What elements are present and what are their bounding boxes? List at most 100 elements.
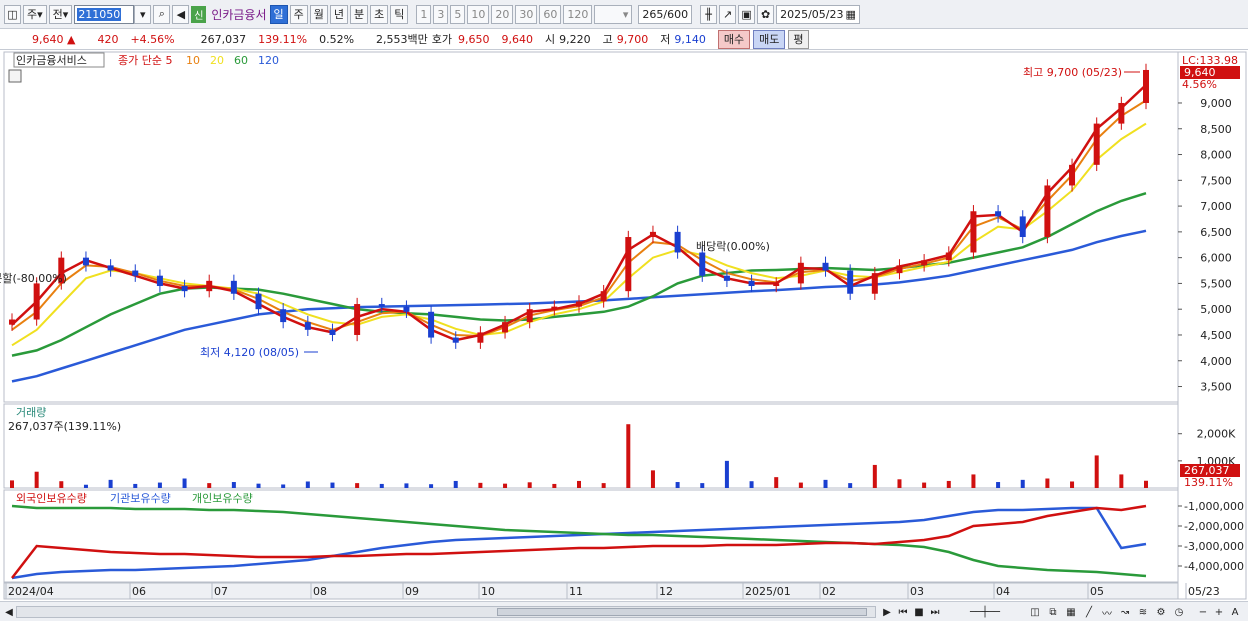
candle-icon[interactable]: ╫ — [700, 4, 718, 24]
scroll-left-icon[interactable]: ◀ — [2, 605, 16, 619]
rewind-icon[interactable]: ⏮ — [896, 605, 910, 619]
volume-bar — [922, 482, 927, 488]
search-icon[interactable]: ⌕ — [153, 4, 171, 24]
chart-canvas[interactable]: 9,000 8,500 8,000 7,500 7,000 6,500 6,000 5,500… — [0, 50, 1248, 601]
low-annotation: 최저 4,120 (08/05) — [200, 346, 299, 359]
price-y-tick-label: 6,000 — [1200, 252, 1232, 265]
price-y-tick-label: 4,000 — [1200, 355, 1232, 368]
candle-body — [428, 311, 435, 338]
ownership-y-tick-label: -2,000,000 — [1184, 520, 1244, 533]
volume-bar — [577, 480, 581, 488]
trend-icon[interactable]: ↝ — [1118, 605, 1132, 619]
quote-bar: 9,640 ▲ 420 +4.56% 267,037 139.11% 0.52%… — [0, 29, 1248, 50]
volume-value-label: 267,037주(139.11%) — [8, 420, 121, 433]
volume-bar — [675, 482, 680, 488]
speaker-icon[interactable]: ◀ — [172, 4, 190, 24]
volume-bar — [281, 484, 286, 488]
candle-body — [452, 337, 459, 343]
price-change-pct: +4.56% — [130, 32, 175, 46]
period-tick[interactable]: 틱 — [390, 4, 409, 24]
period-week[interactable]: 주 — [289, 4, 308, 24]
count-field[interactable]: 265/600 — [638, 4, 693, 24]
interval-10[interactable]: 10 — [467, 4, 490, 24]
volume-bar — [650, 470, 655, 488]
volume-bar — [355, 483, 360, 488]
pattern-icon[interactable]: 〰 — [1100, 605, 1114, 620]
candle-body — [526, 309, 533, 323]
zoom-in-icon[interactable]: + — [1212, 605, 1226, 619]
price-y-tick-label: 6,500 — [1200, 226, 1232, 239]
period-month[interactable]: 월 — [309, 4, 328, 24]
buy-button[interactable]: 매수 — [717, 29, 751, 49]
ownership-y-tick-label: -4,000,000 — [1184, 560, 1244, 573]
interval-120[interactable]: 120 — [563, 4, 593, 24]
save-icon[interactable]: ▣ — [738, 4, 756, 24]
stock-code-input[interactable]: 211050 — [74, 4, 135, 24]
volume-bar — [848, 483, 853, 488]
interval-3[interactable]: 3 — [433, 4, 449, 24]
interval-60[interactable]: 60 — [539, 4, 562, 24]
chart-toolbar: ◫ 주 ▾ 전 ▾ 211050 ▾ ⌕ ◀ 신 인카금융서 일 주 월 년 분 초… — [0, 0, 1248, 29]
volume-bar — [453, 480, 458, 488]
volume-bar — [1045, 478, 1050, 488]
candle-body — [255, 293, 262, 310]
layout-icon-2[interactable]: ◫ — [1028, 605, 1042, 619]
fib-icon[interactable]: ≋ — [1136, 605, 1150, 619]
x-axis-tick-label: 03 — [910, 585, 924, 598]
candle-body — [600, 291, 607, 302]
candle-body — [132, 270, 139, 276]
volume-bar — [552, 483, 557, 488]
hoga-label: 호가 — [431, 33, 453, 46]
chart-type-select[interactable]: 주 ▾ — [23, 4, 47, 24]
line-tool-icon[interactable]: ╱ — [1082, 605, 1096, 619]
forward-icon[interactable]: ⏭ — [928, 605, 942, 619]
x-axis-tick-label: 2024/04 — [8, 585, 54, 598]
ma-legend-0: 종가 단순 5 — [118, 54, 172, 67]
ownership-legend-2: 개인보유수량 — [192, 492, 253, 505]
interval-5[interactable]: 5 — [450, 4, 466, 24]
settings-icon[interactable]: ⚙ — [1154, 605, 1168, 619]
period-minute[interactable]: 분 — [350, 4, 369, 24]
code-dropdown-icon[interactable]: ▾ — [134, 4, 152, 24]
volume-bar — [330, 482, 335, 488]
layout-icon[interactable]: ◫ — [4, 4, 21, 24]
candle-body — [329, 329, 336, 335]
clock-icon[interactable]: ◷ — [1172, 605, 1186, 619]
evaluate-button[interactable]: 평 — [788, 29, 809, 49]
trade-amount: 2,553백만 — [376, 33, 428, 46]
grid-icon[interactable]: ▦ — [1064, 605, 1078, 619]
interval-1[interactable]: 1 — [416, 4, 432, 24]
volume-bar — [429, 484, 434, 488]
sell-button[interactable]: 매도 — [753, 29, 786, 49]
custom-interval-select[interactable]: ▾ — [594, 4, 633, 24]
draw-icon[interactable]: ↗ — [719, 4, 737, 24]
scroll-right-icon[interactable]: ▶ — [880, 605, 894, 619]
x-axis-tick-label: 09 — [405, 585, 419, 598]
candle-body — [674, 231, 681, 253]
zoom-out-icon[interactable]: − — [1196, 605, 1210, 619]
interval-30[interactable]: 30 — [515, 4, 538, 24]
interval-20[interactable]: 20 — [491, 4, 514, 24]
gear-icon[interactable]: ✿ — [757, 4, 775, 24]
period-day[interactable]: 일 — [269, 4, 288, 24]
zoom-slider-icon[interactable]: ──┼── — [950, 605, 1020, 619]
price-y-tick-label: 4,500 — [1200, 329, 1232, 342]
candle-body — [576, 301, 582, 307]
period-second[interactable]: 초 — [370, 4, 389, 24]
low-price: 9,140 — [674, 32, 706, 46]
scroll-thumb[interactable] — [497, 608, 867, 616]
candle-body — [699, 252, 706, 276]
date-field[interactable]: 2025/05/23 ▦ — [776, 4, 860, 24]
volume-bar — [256, 483, 261, 488]
volume-bar — [601, 483, 606, 488]
stop-icon[interactable]: ■ — [912, 605, 926, 619]
font-size-icon[interactable]: A — [1228, 605, 1242, 619]
horizontal-scrollbar[interactable] — [16, 606, 876, 618]
current-price: 9,640 ▲ — [32, 32, 76, 46]
x-axis-tick-label: 06 — [132, 585, 146, 598]
turnover-ratio: 0.52% — [319, 32, 355, 46]
prev-button[interactable]: 전 ▾ — [48, 4, 73, 24]
period-year[interactable]: 년 — [329, 4, 349, 24]
compare-icon[interactable]: ⧉ — [1046, 605, 1060, 619]
chart-area[interactable]: 9,000 8,500 8,000 7,500 7,000 6,500 6,000 5,500… — [0, 50, 1248, 601]
